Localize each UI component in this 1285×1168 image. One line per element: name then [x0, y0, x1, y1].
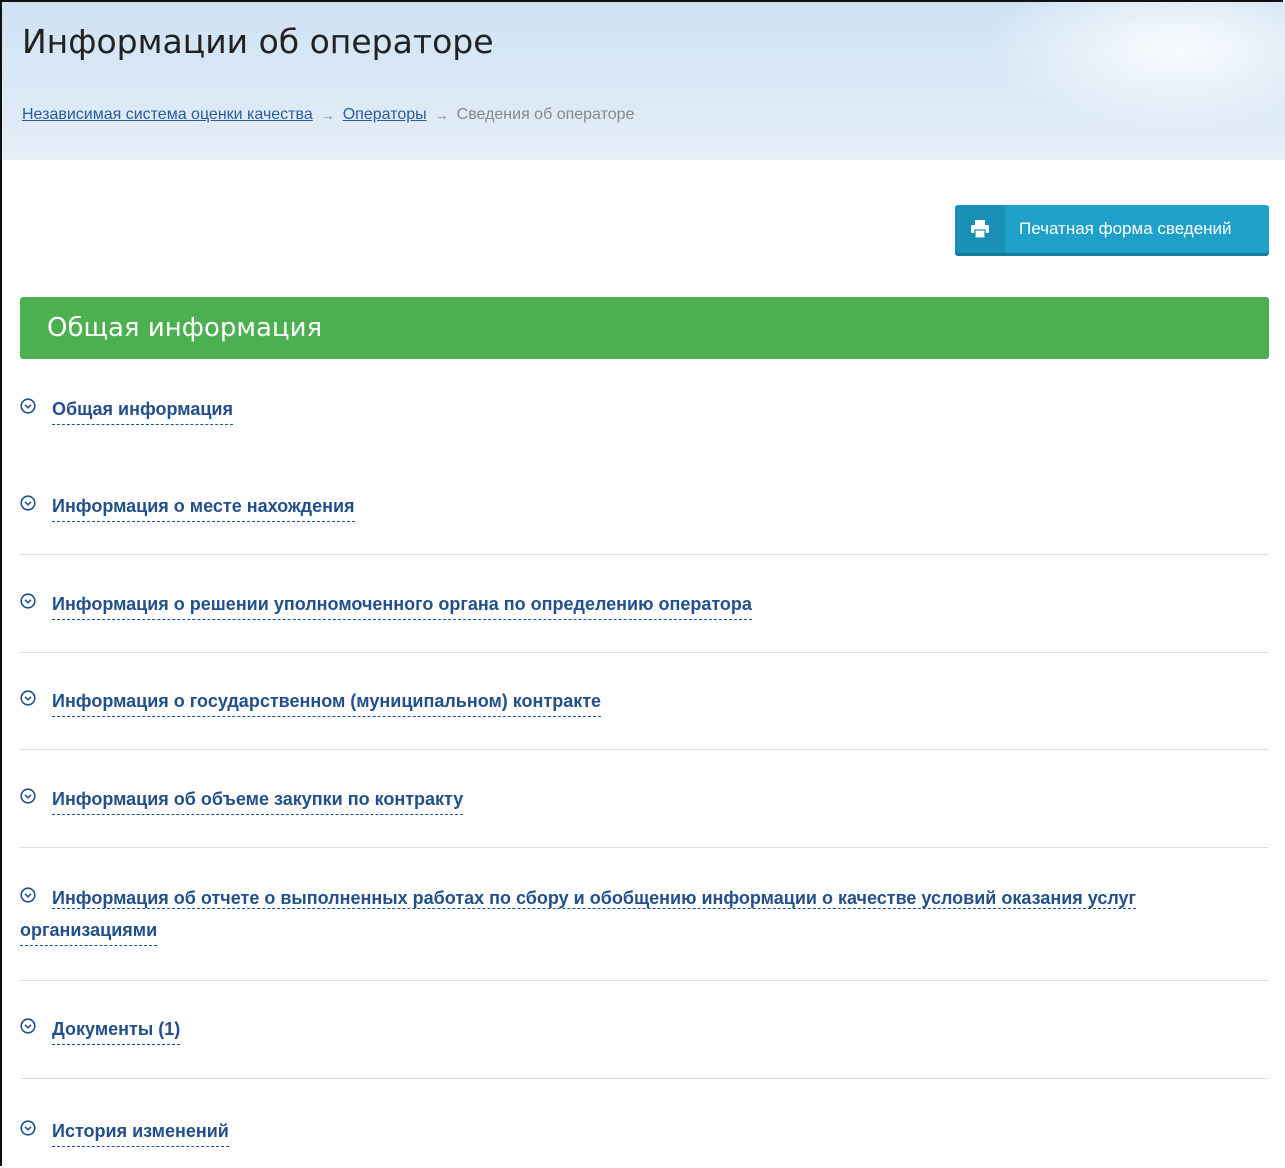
- accordion-item-label-line1: Информация об отчете о выполненных работ…: [52, 888, 1137, 909]
- divider: [20, 554, 1269, 555]
- breadcrumb-current: Сведения об операторе: [456, 106, 635, 123]
- breadcrumb-separator: →: [320, 107, 335, 123]
- accordion-item-label[interactable]: История изменений: [52, 1116, 229, 1147]
- accordion-item-label[interactable]: Информация о месте нахождения: [52, 491, 355, 522]
- page-frame: [0, 0, 1283, 1166]
- chevron-down-circle-icon: [20, 398, 36, 414]
- page-header: Информации об операторе Независимая сист…: [2, 2, 1285, 160]
- chevron-down-circle-icon: [20, 788, 36, 804]
- accordion-item-label[interactable]: Информация о решении уполномоченного орг…: [52, 589, 752, 620]
- breadcrumb: Независимая система оценки качества → Оп…: [22, 106, 634, 124]
- accordion-item-label-line2[interactable]: организациями: [20, 915, 158, 946]
- accordion-item-location[interactable]: Информация о месте нахождения: [20, 491, 1269, 522]
- divider: [20, 652, 1269, 653]
- divider: [20, 980, 1269, 981]
- accordion-item-documents[interactable]: Документы (1): [20, 1014, 1269, 1045]
- page-title: Информации об операторе: [22, 22, 494, 61]
- accordion-item-history[interactable]: История изменений: [20, 1116, 1269, 1147]
- chevron-down-circle-icon: [20, 690, 36, 706]
- accordion-item-decision[interactable]: Информация о решении уполномоченного орг…: [20, 589, 1269, 620]
- accordion-item-procurement-volume[interactable]: Информация об объеме закупки по контракт…: [20, 784, 1269, 815]
- print-form-button-label: Печатная форма сведений: [1019, 219, 1232, 238]
- breadcrumb-separator: →: [434, 107, 449, 123]
- accordion-item-label[interactable]: Общая информация: [52, 394, 233, 425]
- breadcrumb-link-operators[interactable]: Операторы: [343, 106, 427, 124]
- header-decoration: [985, 2, 1285, 132]
- accordion-item-report[interactable]: Информация об отчете о выполненных работ…: [20, 883, 1269, 946]
- accordion-item-contract[interactable]: Информация о государственном (муниципаль…: [20, 686, 1269, 717]
- print-form-button[interactable]: Печатная форма сведений: [955, 205, 1269, 253]
- chevron-down-circle-icon: [20, 495, 36, 511]
- chevron-down-circle-icon: [20, 1018, 36, 1034]
- chevron-down-circle-icon: [20, 593, 36, 609]
- section-title: Общая информация: [47, 313, 323, 343]
- breadcrumb-link-nsok[interactable]: Независимая система оценки качества: [22, 106, 313, 124]
- accordion-item-general[interactable]: Общая информация: [20, 394, 1269, 425]
- chevron-down-circle-icon: [20, 887, 36, 903]
- divider: [20, 847, 1269, 848]
- divider: [20, 749, 1269, 750]
- divider: [20, 1078, 1269, 1079]
- chevron-down-circle-icon: [20, 1120, 36, 1136]
- section-header-general: Общая информация: [20, 297, 1269, 359]
- accordion-item-label[interactable]: Информация о государственном (муниципаль…: [52, 686, 602, 717]
- accordion-item-label[interactable]: Информация об отчете о выполненных работ…: [52, 883, 1137, 913]
- accordion-item-label[interactable]: Документы (1): [52, 1014, 181, 1045]
- printer-icon: [955, 205, 1005, 253]
- accordion-item-label[interactable]: Информация об объеме закупки по контракт…: [52, 784, 464, 815]
